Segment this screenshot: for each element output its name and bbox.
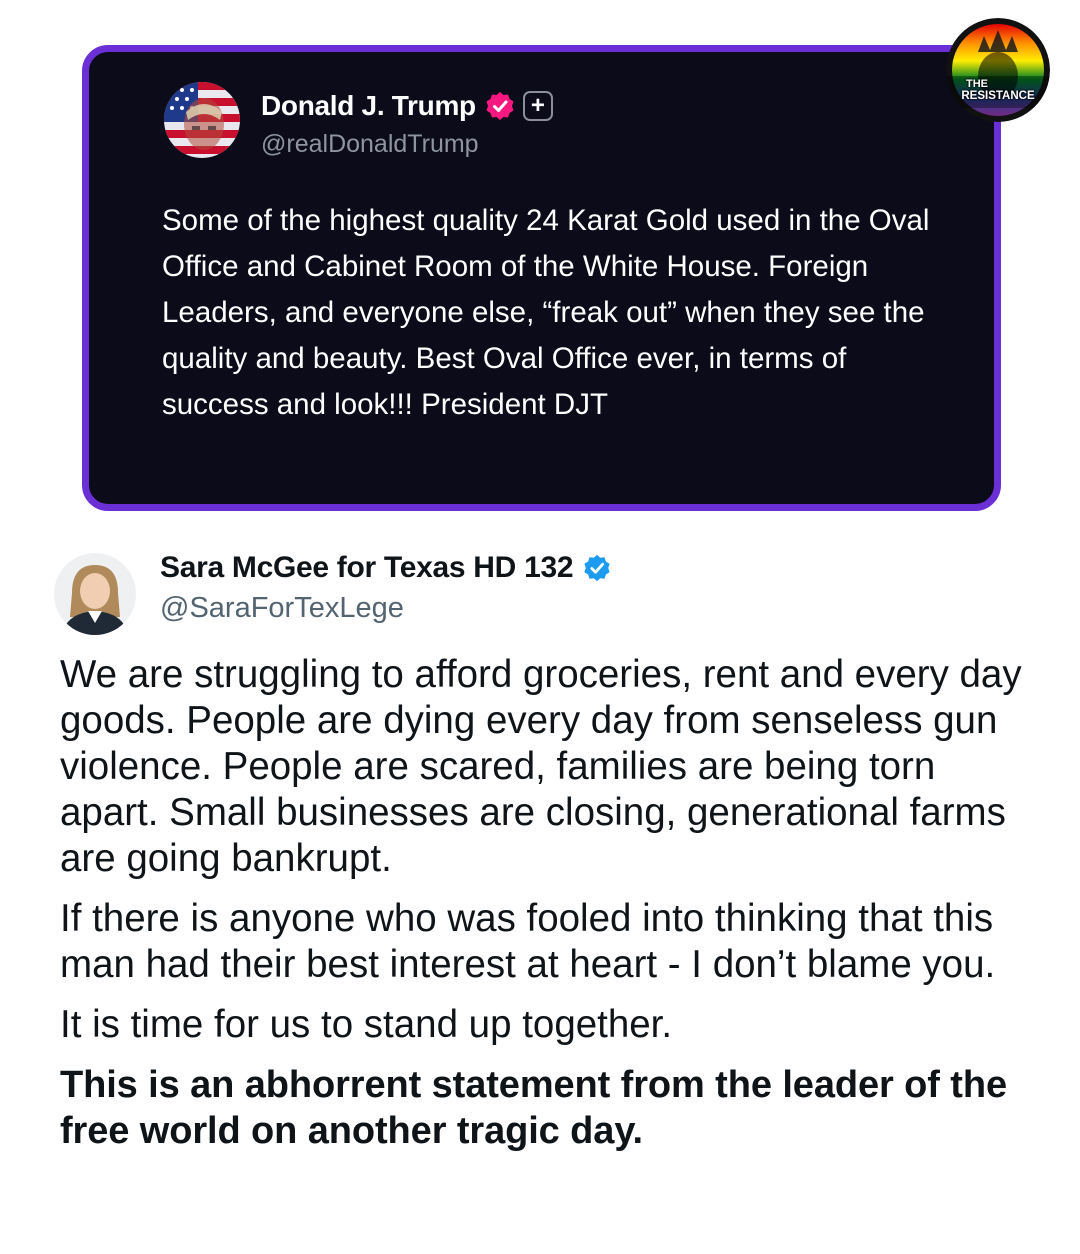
post-paragraph: We are struggling to afford groceries, r… xyxy=(60,653,1022,880)
verified-badge-icon xyxy=(584,554,610,582)
post-author-name[interactable]: Sara McGee for Texas HD 132 xyxy=(160,551,574,585)
the-resistance-logo: THE RESISTANCE xyxy=(946,18,1050,122)
verified-badge-icon xyxy=(486,92,514,120)
quoted-post-text: Some of the highest quality 24 Karat Gol… xyxy=(162,204,930,421)
sara-avatar[interactable] xyxy=(54,553,136,635)
quoted-author-handle[interactable]: @realDonaldTrump xyxy=(261,130,479,159)
post-body: We are struggling to afford groceries, r… xyxy=(60,652,1040,1154)
post-paragraph: If there is anyone who was fooled into t… xyxy=(60,897,996,986)
logo-text-the: THE xyxy=(966,78,988,90)
quoted-author-name[interactable]: Donald J. Trump xyxy=(261,90,476,122)
quoted-post-card[interactable]: Donald J. Trump + @realDonaldTrump Some … xyxy=(82,45,1001,511)
post-paragraph: It is time for us to stand up together. xyxy=(60,1003,673,1046)
post-author-handle[interactable]: @SaraForTexLege xyxy=(160,592,404,625)
post-paragraph-bold: This is an abhorrent statement from the … xyxy=(60,1064,1007,1152)
plus-icon[interactable]: + xyxy=(522,91,553,121)
trump-avatar[interactable] xyxy=(164,82,240,158)
logo-text-resistance: RESISTANCE xyxy=(961,90,1035,102)
